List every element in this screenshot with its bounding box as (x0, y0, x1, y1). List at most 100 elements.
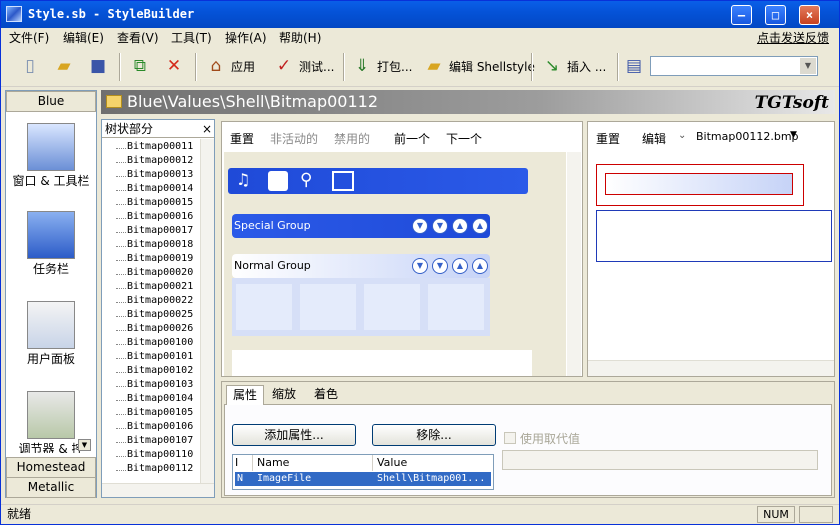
bitmap-horizontal-scrollbar[interactable] (588, 360, 834, 376)
category-taskbar[interactable]: 任务栏 (6, 211, 96, 276)
bitmap-reset-button[interactable]: 重置 (596, 130, 620, 147)
tree-item[interactable]: Bitmap00012 (127, 155, 193, 166)
menu-edit[interactable]: 编辑(E) (63, 29, 104, 46)
tree-item[interactable]: Bitmap00018 (127, 239, 193, 250)
category-user-panel[interactable]: 用户面板 (6, 301, 96, 366)
chevron-up-icon[interactable]: ▲ (472, 218, 488, 234)
tree-item[interactable]: Bitmap00021 (127, 281, 193, 292)
close-button[interactable]: × (799, 5, 820, 25)
copy-button[interactable]: ⧉ (129, 53, 151, 79)
tree-item[interactable]: Bitmap00110 (127, 449, 193, 460)
tree-item[interactable]: Bitmap00103 (127, 379, 193, 390)
category-window-toolbar[interactable]: 窗口 & 工具栏 (6, 123, 96, 188)
tree-item[interactable]: Bitmap00107 (127, 435, 193, 446)
category-header-blue[interactable]: Blue (6, 91, 96, 112)
menu-view[interactable]: 查看(V) (117, 29, 159, 46)
menu-tools[interactable]: 工具(T) (171, 29, 212, 46)
normal-group-body (232, 278, 490, 336)
tree-item[interactable]: Bitmap00015 (127, 197, 193, 208)
column-header-value[interactable]: Value (377, 455, 491, 471)
state-next[interactable]: 下一个 (446, 130, 482, 147)
tree-item[interactable]: Bitmap00011 (127, 141, 193, 152)
state-reset[interactable]: 重置 (230, 130, 254, 147)
tree-item[interactable]: Bitmap00014 (127, 183, 193, 194)
normal-group-header[interactable]: Normal Group ▼ ▼ ▲ ▲ (232, 254, 490, 278)
substitute-value-field[interactable] (502, 450, 818, 470)
tree-item[interactable]: Bitmap00022 (127, 295, 193, 306)
bitmap-preview-secondary[interactable] (596, 210, 832, 262)
tree-item[interactable]: Bitmap00013 (127, 169, 193, 180)
chevron-down-icon[interactable]: ▼ (790, 130, 797, 140)
chevron-down-icon[interactable]: ▼ (432, 218, 448, 234)
tree-item[interactable]: Bitmap00104 (127, 393, 193, 404)
tree-item[interactable]: Bitmap00016 (127, 211, 193, 222)
state-inactive[interactable]: 非活动的 (270, 130, 318, 147)
maximize-button[interactable]: □ (765, 5, 786, 25)
tree-item[interactable]: Bitmap00020 (127, 267, 193, 278)
chevron-up-icon[interactable]: ▲ (472, 258, 488, 274)
scroll-down-icon[interactable]: ▼ (78, 439, 91, 451)
state-disabled[interactable]: 禁用的 (334, 130, 370, 147)
tree-item[interactable]: Bitmap00025 (127, 309, 193, 320)
chevron-down-icon[interactable]: ▼ (432, 258, 448, 274)
apply-icon: ⌂ (210, 56, 222, 76)
chevron-up-icon[interactable]: ▲ (452, 218, 468, 234)
edit-shellstyle-button[interactable]: ▰ 编辑 Shellstyle (423, 53, 534, 79)
column-header-i[interactable]: I (235, 455, 253, 471)
column-header-name[interactable]: Name (257, 455, 373, 471)
save-button[interactable]: ■ (87, 53, 109, 79)
bitmap-file-selector[interactable]: Bitmap00112.bmp (696, 130, 799, 143)
chevron-down-icon[interactable]: ▼ (800, 58, 816, 74)
tree-branch-line (116, 372, 126, 373)
menu-file[interactable]: 文件(F) (9, 29, 49, 46)
property-row[interactable]: N ImageFile Shell\Bitmap001... (235, 472, 491, 486)
property-list: I Name Value N ImageFile Shell\Bitmap001… (232, 454, 494, 490)
category-metallic[interactable]: Metallic (6, 477, 96, 498)
pack-button[interactable]: ⇓ 打包... (351, 53, 413, 79)
tree-horizontal-scrollbar[interactable] (102, 483, 214, 497)
tree-item[interactable]: Bitmap00101 (127, 351, 193, 362)
new-button[interactable]: ▯ (19, 53, 41, 79)
tree-vertical-scrollbar[interactable] (200, 139, 214, 483)
test-button[interactable]: ✓ 测试... (273, 53, 335, 79)
tree-item[interactable]: Bitmap00102 (127, 365, 193, 376)
pack-icon: ⇓ (354, 56, 370, 76)
category-homestead[interactable]: Homestead (6, 457, 96, 478)
tab-scaling[interactable]: 缩放 (266, 385, 302, 405)
tree-item[interactable]: Bitmap00105 (127, 407, 193, 418)
preview-panel: 重置 非活动的 禁用的 前一个 下一个 ♫ ⚲ Special Group ▼ … (221, 121, 583, 377)
tree-item[interactable]: Bitmap00017 (127, 225, 193, 236)
tree-panel: 树状部分 × Bitmap00011 Bitmap00012 Bitmap00013… (101, 119, 215, 498)
send-feedback-link[interactable]: 点击发送反馈 (757, 29, 829, 46)
chevron-down-icon[interactable]: ⌄ (678, 130, 686, 141)
use-substitute-checkbox[interactable] (504, 432, 516, 444)
chevron-up-icon[interactable]: ▲ (452, 258, 468, 274)
tree-item[interactable]: Bitmap00019 (127, 253, 193, 264)
tree-branch-line (116, 288, 126, 289)
minimize-button[interactable]: — (731, 5, 752, 25)
tab-properties[interactable]: 属性 (226, 385, 265, 405)
add-property-button[interactable]: 添加属性... (232, 424, 356, 446)
special-group-header[interactable]: Special Group ▼ ▼ ▲ ▲ (232, 214, 490, 238)
chevron-down-icon[interactable]: ▼ (412, 258, 428, 274)
tree-item[interactable]: Bitmap00100 (127, 337, 193, 348)
document-button[interactable]: ▤ (623, 53, 645, 79)
bitmap-preview-selected[interactable] (596, 164, 804, 206)
delete-button[interactable]: ✕ (163, 53, 185, 79)
state-previous[interactable]: 前一个 (394, 130, 430, 147)
close-icon[interactable]: × (202, 120, 212, 138)
bitmap-edit-button[interactable]: 编辑 (642, 130, 666, 147)
open-button[interactable]: ▰ (53, 53, 75, 79)
tree-item[interactable]: Bitmap00106 (127, 421, 193, 432)
tree-item[interactable]: Bitmap00026 (127, 323, 193, 334)
tab-tint[interactable]: 着色 (308, 385, 344, 405)
apply-button[interactable]: ⌂ 应用 (205, 53, 255, 79)
preview-vertical-scrollbar[interactable] (567, 152, 581, 376)
menu-actions[interactable]: 操作(A) (225, 29, 267, 46)
insert-button[interactable]: ↘ 插入 ... (541, 53, 606, 79)
toolbar-combo[interactable]: ▼ (650, 56, 818, 76)
tree-item[interactable]: Bitmap00112 (127, 463, 193, 474)
chevron-down-icon[interactable]: ▼ (412, 218, 428, 234)
menu-help[interactable]: 帮助(H) (279, 29, 321, 46)
remove-button[interactable]: 移除... (372, 424, 496, 446)
